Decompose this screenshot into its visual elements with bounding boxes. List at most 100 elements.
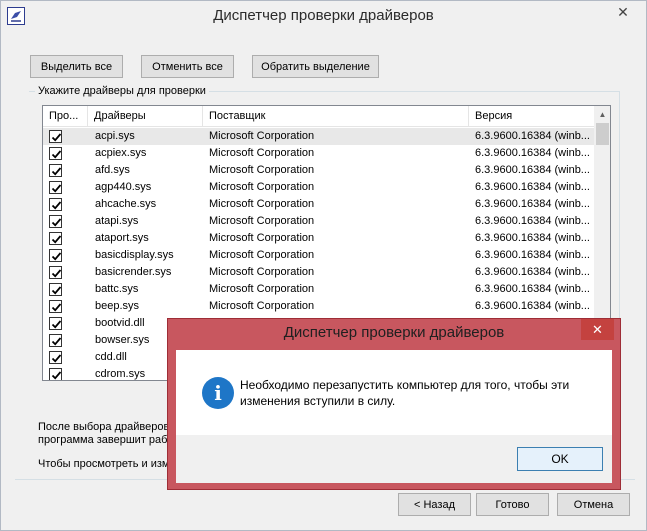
driver-checkbox[interactable] xyxy=(49,215,62,228)
close-icon: ✕ xyxy=(592,322,603,337)
checkmark-icon xyxy=(51,184,62,193)
column-header-version[interactable]: Версия xyxy=(469,106,594,127)
table-row[interactable]: beep.sys Microsoft Corporation 6.3.9600.16… xyxy=(43,298,594,315)
vendor-cell: Microsoft Corporation xyxy=(209,147,315,159)
driver-checkbox[interactable] xyxy=(49,317,62,330)
driver-checkbox[interactable] xyxy=(49,351,62,364)
table-row[interactable]: acpi.sys Microsoft Corporation 6.3.9600.16… xyxy=(43,128,594,145)
dialog-body: i Необходимо перезапустить компьютер для… xyxy=(176,350,612,483)
ok-button[interactable]: OK xyxy=(517,447,603,471)
dialog-title: Диспетчер проверки драйверов xyxy=(283,324,505,341)
instruction-text-line2: программа завершит рабо xyxy=(38,434,174,446)
driver-checkbox[interactable] xyxy=(49,368,62,380)
driver-name-cell: acpiex.sys xyxy=(95,147,147,159)
vendor-cell: Microsoft Corporation xyxy=(209,266,315,278)
checkmark-icon xyxy=(51,354,62,363)
driver-checkbox[interactable] xyxy=(49,147,62,160)
table-row[interactable]: basicdisplay.sys Microsoft Corporation 6.3… xyxy=(43,247,594,264)
checkmark-icon xyxy=(51,337,62,346)
checkmark-icon xyxy=(51,201,62,210)
driver-checkbox[interactable] xyxy=(49,300,62,313)
cancel-button[interactable]: Отмена xyxy=(557,493,630,516)
dialog-footer: OK xyxy=(176,435,612,483)
vendor-cell: Microsoft Corporation xyxy=(209,215,315,227)
driver-name-cell: basicdisplay.sys xyxy=(95,249,174,261)
checkmark-icon xyxy=(51,218,62,227)
vendor-cell: Microsoft Corporation xyxy=(209,283,315,295)
table-row[interactable]: atapi.sys Microsoft Corporation 6.3.9600.1… xyxy=(43,213,594,230)
driver-name-cell: beep.sys xyxy=(95,300,140,312)
checkmark-icon xyxy=(51,286,62,295)
version-cell: 6.3.9600.16384 (winb... xyxy=(475,198,590,210)
table-row[interactable]: acpiex.sys Microsoft Corporation 6.3.9600.… xyxy=(43,145,594,162)
scroll-up-arrow-icon[interactable]: ▲ xyxy=(594,106,610,123)
driver-name-cell: battc.sys xyxy=(95,283,139,295)
table-row[interactable]: ataport.sys Microsoft Corporation 6.3.9600… xyxy=(43,230,594,247)
window-title: Диспетчер проверки драйверов xyxy=(213,7,434,24)
window-close-button[interactable]: ✕ xyxy=(606,2,640,22)
close-icon: ✕ xyxy=(617,4,629,20)
table-row[interactable]: basicrender.sys Microsoft Corporation 6.3.… xyxy=(43,264,594,281)
restart-required-dialog: Диспетчер проверки драйверов ✕ i Необход… xyxy=(167,318,621,490)
instruction-text-line3: Чтобы просмотреть и изм xyxy=(38,458,170,470)
info-icon: i xyxy=(202,377,234,409)
version-cell: 6.3.9600.16384 (winb... xyxy=(475,283,590,295)
table-row[interactable]: ahcache.sys Microsoft Corporation 6.3.9600… xyxy=(43,196,594,213)
checkmark-icon xyxy=(51,269,62,278)
driver-name-cell: acpi.sys xyxy=(95,130,135,142)
checkmark-icon xyxy=(51,235,62,244)
version-cell: 6.3.9600.16384 (winb... xyxy=(475,266,590,278)
checkmark-icon xyxy=(51,303,62,312)
driver-checkbox[interactable] xyxy=(49,283,62,296)
driver-name-cell: afd.sys xyxy=(95,164,130,176)
vendor-cell: Microsoft Corporation xyxy=(209,198,315,210)
driver-name-cell: ahcache.sys xyxy=(95,198,157,210)
driver-name-cell: basicrender.sys xyxy=(95,266,172,278)
driver-checkbox[interactable] xyxy=(49,181,62,194)
checkmark-icon xyxy=(51,133,62,142)
driver-checkbox[interactable] xyxy=(49,249,62,262)
version-cell: 6.3.9600.16384 (winb... xyxy=(475,249,590,261)
finish-button[interactable]: Готово xyxy=(476,493,549,516)
listview-header: Про... Драйверы Поставщик Версия xyxy=(43,106,594,127)
dialog-message: Необходимо перезапустить компьютер для т… xyxy=(240,378,570,408)
back-button[interactable]: < Назад xyxy=(398,493,471,516)
driver-name-cell: agp440.sys xyxy=(95,181,152,193)
vendor-cell: Microsoft Corporation xyxy=(209,300,315,312)
version-cell: 6.3.9600.16384 (winb... xyxy=(475,164,590,176)
checkmark-icon xyxy=(51,320,62,329)
version-cell: 6.3.9600.16384 (winb... xyxy=(475,232,590,244)
vendor-cell: Microsoft Corporation xyxy=(209,130,315,142)
driver-checkbox[interactable] xyxy=(49,198,62,211)
driver-checkbox[interactable] xyxy=(49,266,62,279)
version-cell: 6.3.9600.16384 (winb... xyxy=(475,130,590,142)
vendor-cell: Microsoft Corporation xyxy=(209,164,315,176)
driver-checkbox[interactable] xyxy=(49,232,62,245)
column-header-verify[interactable]: Про... xyxy=(43,106,88,127)
vendor-cell: Microsoft Corporation xyxy=(209,181,315,193)
vendor-cell: Microsoft Corporation xyxy=(209,232,315,244)
scroll-thumb[interactable] xyxy=(596,123,609,145)
driver-checkbox[interactable] xyxy=(49,130,62,143)
column-header-vendor[interactable]: Поставщик xyxy=(203,106,469,127)
table-row[interactable]: agp440.sys Microsoft Corporation 6.3.9600.… xyxy=(43,179,594,196)
driver-name-cell: atapi.sys xyxy=(95,215,139,227)
driver-checkbox[interactable] xyxy=(49,334,62,347)
version-cell: 6.3.9600.16384 (winb... xyxy=(475,215,590,227)
driver-name-cell: ataport.sys xyxy=(95,232,149,244)
checkmark-icon xyxy=(51,150,62,159)
column-header-drivers[interactable]: Драйверы xyxy=(88,106,203,127)
group-label: Укажите драйверы для проверки xyxy=(35,85,209,97)
title-bar: Диспетчер проверки драйверов ✕ xyxy=(1,1,646,31)
table-row[interactable]: battc.sys Microsoft Corporation 6.3.9600.1… xyxy=(43,281,594,298)
dialog-close-button[interactable]: ✕ xyxy=(581,319,614,340)
dialog-message-area: i Необходимо перезапустить компьютер для… xyxy=(176,350,612,435)
table-row[interactable]: afd.sys Microsoft Corporation 6.3.9600.163… xyxy=(43,162,594,179)
select-all-button[interactable]: Выделить все xyxy=(30,55,123,78)
instruction-text-line1: После выбора драйверов xyxy=(38,421,170,433)
driver-checkbox[interactable] xyxy=(49,164,62,177)
vendor-cell: Microsoft Corporation xyxy=(209,249,315,261)
invert-selection-button[interactable]: Обратить выделение xyxy=(252,55,379,78)
version-cell: 6.3.9600.16384 (winb... xyxy=(475,300,590,312)
deselect-all-button[interactable]: Отменить все xyxy=(141,55,234,78)
